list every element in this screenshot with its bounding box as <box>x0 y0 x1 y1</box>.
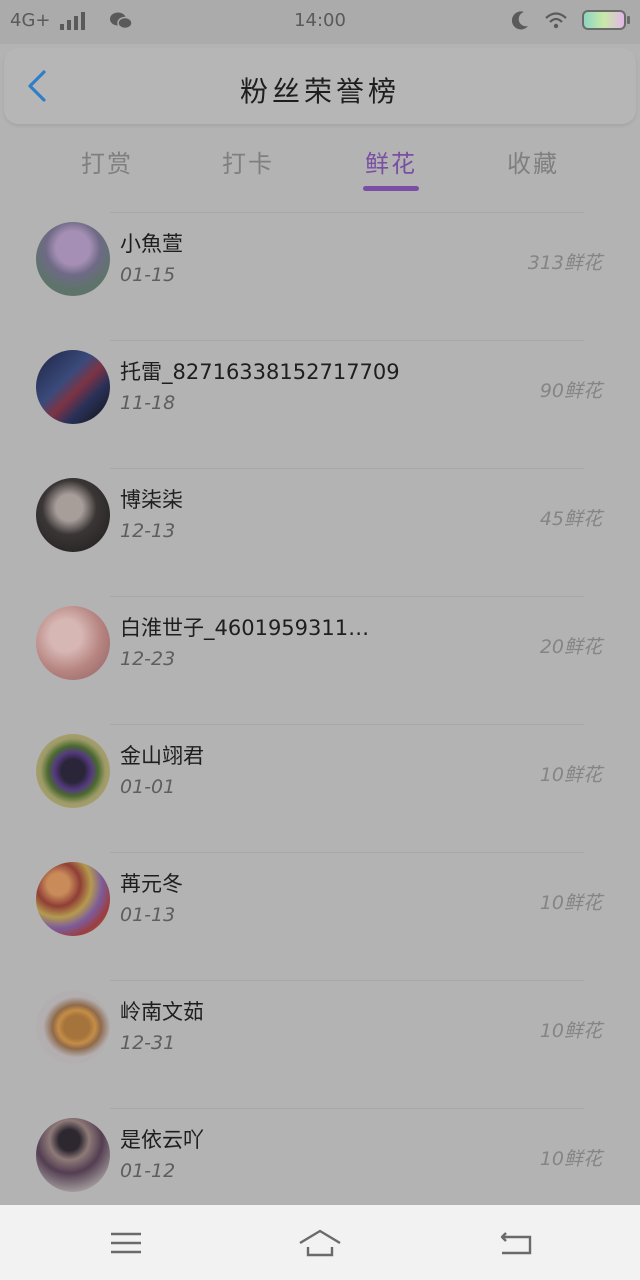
battery-icon <box>582 10 630 30</box>
flower-count: 90鲜花 <box>539 380 602 402</box>
list-item[interactable]: 金山翊君 01-01 10鲜花 <box>0 712 640 840</box>
avatar[interactable] <box>36 350 110 424</box>
list-item[interactable]: 白淮世子_4601959311… 12-23 20鲜花 <box>0 584 640 712</box>
avatar[interactable] <box>36 1118 110 1192</box>
tab-reward[interactable]: 打赏 <box>52 144 162 179</box>
avatar[interactable] <box>36 606 110 680</box>
avatar[interactable] <box>36 734 110 808</box>
flower-count: 10鲜花 <box>539 764 602 786</box>
wifi-icon <box>545 12 567 29</box>
fan-date: 11-18 <box>120 392 176 414</box>
divider <box>110 724 584 725</box>
tab-flowers[interactable]: 鲜花 <box>336 144 446 179</box>
fan-date: 01-12 <box>120 1160 176 1182</box>
back-icon[interactable] <box>496 1227 536 1259</box>
divider <box>110 852 584 853</box>
avatar[interactable] <box>36 478 110 552</box>
menu-icon[interactable] <box>106 1227 146 1259</box>
avatar[interactable] <box>36 222 110 296</box>
list-item[interactable]: 是依云吖 01-12 10鲜花 <box>0 1096 640 1205</box>
list-item[interactable]: 岭南文茹 12-31 10鲜花 <box>0 968 640 1096</box>
fan-date: 01-13 <box>120 904 176 926</box>
avatar[interactable] <box>36 862 110 936</box>
page-title: 粉丝荣誉榜 <box>239 75 400 108</box>
fan-name: 白淮世子_4601959311… <box>120 616 370 640</box>
fan-name: 博柒柒 <box>120 488 183 512</box>
system-nav-bar <box>0 1205 640 1280</box>
moon-icon <box>512 11 528 30</box>
fan-date: 01-01 <box>120 776 176 798</box>
divider <box>110 1108 584 1109</box>
fan-name: 托雷_82716338152717709 <box>120 360 400 384</box>
list-item[interactable]: 博柒柒 12-13 45鲜花 <box>0 456 640 584</box>
title-bar: 粉丝荣誉榜 <box>4 48 636 124</box>
flower-count: 313鲜花 <box>527 252 602 274</box>
fan-date: 12-31 <box>120 1032 176 1054</box>
tab-bar: 打赏 打卡 鲜花 收藏 <box>0 130 640 200</box>
fan-date: 12-23 <box>120 648 176 670</box>
tab-checkin[interactable]: 打卡 <box>193 144 303 179</box>
tab-favorites[interactable]: 收藏 <box>478 144 588 179</box>
active-tab-indicator <box>363 186 419 191</box>
list-item[interactable]: 小魚萱 01-15 313鲜花 <box>0 200 640 328</box>
fan-name: 金山翊君 <box>120 744 204 768</box>
status-bar: 4G+ 14:00 <box>0 0 640 44</box>
fan-list: 小魚萱 01-15 313鲜花 托雷_82716338152717709 11-… <box>0 200 640 1205</box>
fan-name: 岭南文茹 <box>120 1000 204 1024</box>
screen: 4G+ 14:00 粉丝荣誉榜 打赏 打卡 鲜花 收藏 小魚萱 01-15 31… <box>0 0 640 1280</box>
flower-count: 10鲜花 <box>539 1020 602 1042</box>
divider <box>110 596 584 597</box>
fan-date: 12-13 <box>120 520 176 542</box>
divider <box>110 340 584 341</box>
divider <box>110 212 584 213</box>
avatar[interactable] <box>36 990 110 1064</box>
list-item[interactable]: 苒元冬 01-13 10鲜花 <box>0 840 640 968</box>
flower-count: 20鲜花 <box>539 636 602 658</box>
status-right <box>512 10 630 30</box>
list-item[interactable]: 托雷_82716338152717709 11-18 90鲜花 <box>0 328 640 456</box>
fan-date: 01-15 <box>120 264 176 286</box>
home-icon[interactable] <box>298 1227 342 1259</box>
fan-name: 苒元冬 <box>120 872 183 896</box>
flower-count: 45鲜花 <box>539 508 602 530</box>
flower-count: 10鲜花 <box>539 1148 602 1170</box>
divider <box>110 468 584 469</box>
divider <box>110 980 584 981</box>
fan-name: 是依云吖 <box>120 1128 204 1152</box>
fan-name: 小魚萱 <box>120 232 183 256</box>
flower-count: 10鲜花 <box>539 892 602 914</box>
